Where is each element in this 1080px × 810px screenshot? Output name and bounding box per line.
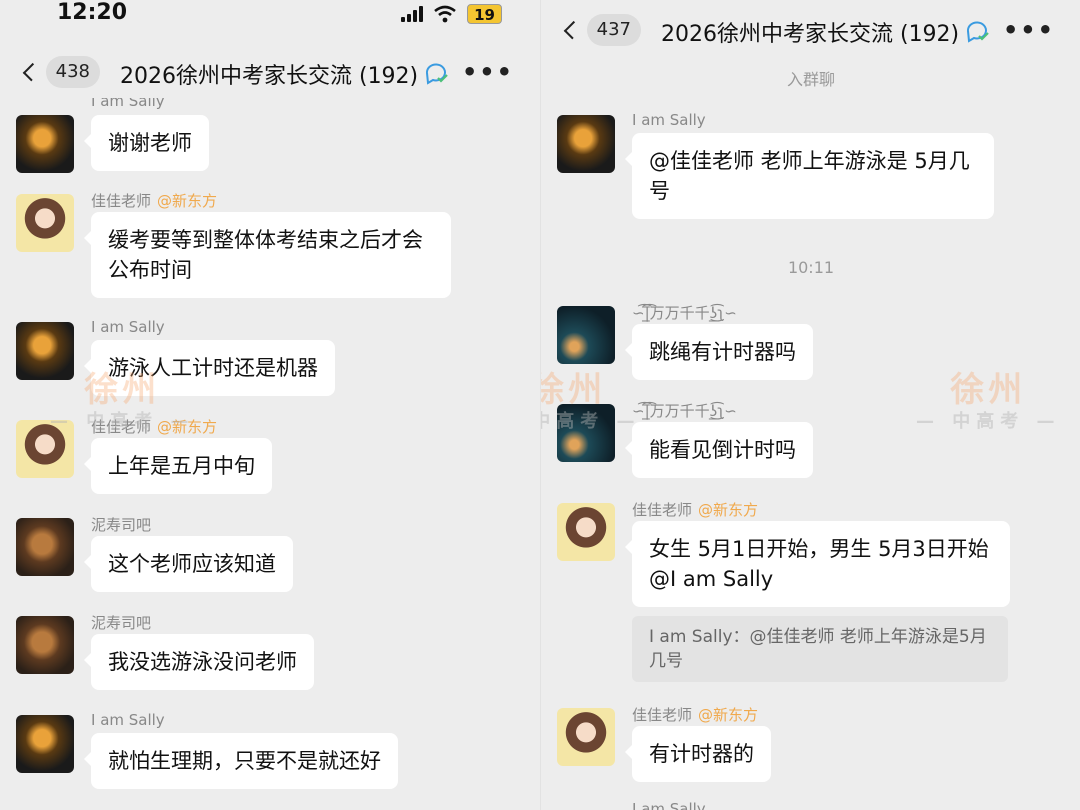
signal-icon (401, 6, 424, 22)
sender-name: 佳佳老师 @新东方 (91, 418, 218, 436)
chat-title-text: 2026徐州中考家长交流 (192) (661, 22, 960, 47)
avatar[interactable] (16, 115, 74, 173)
avatar[interactable] (557, 503, 615, 561)
sender-name: I am Sally (91, 711, 165, 729)
avatar[interactable] (557, 115, 615, 173)
sender-tag: @新东方 (698, 501, 759, 519)
message-bubble[interactable]: 上年是五月中旬 (84, 438, 272, 494)
status-icons: 19 (401, 4, 502, 24)
sender-name: ∽͡|̲̅͡万万千千ʖ̲͜͡ʅ∽ (632, 304, 737, 322)
avatar[interactable] (557, 306, 615, 364)
more-dots-icon[interactable]: ••• (462, 58, 514, 86)
message-bubble[interactable]: 缓考要等到整体体考结束之后才会公布时间 (84, 212, 451, 298)
message-bubble[interactable]: 女生 5月1日开始，男生 5月3日开始 @I am Sally (625, 521, 1010, 607)
avatar[interactable] (16, 715, 74, 773)
message-bubble[interactable]: 能看见倒计时吗 (625, 422, 813, 478)
sender-name: 泥寿司吧 (91, 614, 152, 632)
message-bubble[interactable]: 我没选游泳没问老师 (84, 634, 314, 690)
avatar[interactable] (16, 616, 74, 674)
group-chat-icon (426, 63, 448, 85)
back-button[interactable]: 438 (20, 56, 100, 88)
sender-name: ∽͡|̲̅͡万万千千ʖ̲͜͡ʅ∽ (632, 402, 737, 420)
avatar[interactable] (16, 322, 74, 380)
message-bubble[interactable]: 谢谢老师 (84, 115, 209, 171)
status-bar: 12:20 19 (0, 0, 540, 32)
chevron-left-icon (22, 62, 41, 82)
status-time: 12:20 (57, 0, 128, 25)
time-divider: 10:11 (787, 258, 835, 277)
message-bubble[interactable]: 这个老师应该知道 (84, 536, 293, 592)
quoted-message[interactable]: I am Sally：@佳佳老师 老师上年游泳是5月几号 (632, 616, 1008, 682)
group-chat-icon (967, 21, 989, 43)
avatar[interactable] (16, 518, 74, 576)
more-dots-icon[interactable]: ••• (1003, 16, 1055, 44)
sender-name: I am Sally (632, 800, 706, 810)
avatar[interactable] (557, 404, 615, 462)
chat-title[interactable]: 2026徐州中考家长交流 (192) (661, 16, 991, 48)
avatar[interactable] (16, 194, 74, 252)
sender-tag: @新东方 (157, 192, 218, 210)
watermark: 徐州 — 中高考 — (916, 370, 1061, 432)
sender-name: 佳佳老师 @新东方 (632, 501, 759, 519)
message-bubble[interactable]: 跳绳有计时器吗 (625, 324, 813, 380)
chat-title-text: 2026徐州中考家长交流 (192) (120, 64, 419, 89)
chat-screen-right: 437 2026徐州中考家长交流 (192) ••• 入群聊 I am Sall… (540, 0, 1080, 810)
chevron-left-icon (563, 20, 582, 40)
sender-name: I am Sally (632, 111, 706, 129)
battery-icon: 19 (467, 4, 502, 24)
sender-name: 佳佳老师 @新东方 (91, 192, 218, 210)
avatar[interactable] (557, 708, 615, 766)
sender-name: 泥寿司吧 (91, 516, 152, 534)
message-bubble[interactable]: 有计时器的 (625, 726, 771, 782)
message-bubble[interactable]: @佳佳老师 老师上年游泳是 5月几号 (625, 133, 994, 219)
wifi-icon (434, 5, 456, 23)
sender-tag: @新东方 (157, 418, 218, 436)
chat-nav-bar: 438 2026徐州中考家长交流 (192) ••• (0, 42, 540, 102)
avatar[interactable] (16, 420, 74, 478)
chat-title[interactable]: 2026徐州中考家长交流 (192) (120, 58, 450, 90)
unread-count-badge: 438 (45, 56, 100, 88)
back-button[interactable]: 437 (561, 14, 641, 46)
unread-count-badge: 437 (586, 14, 641, 46)
sender-name: I am Sally (91, 318, 165, 336)
message-bubble[interactable]: 就怕生理期，只要不是就还好 (84, 733, 398, 789)
chat-screen-left: 12:20 19 438 2026徐州中考家长交流 (192) ••• I am… (0, 0, 540, 810)
system-join-notice: 入群聊 (786, 70, 835, 89)
chat-nav-bar: 437 2026徐州中考家长交流 (192) ••• (541, 0, 1080, 60)
message-bubble[interactable]: 游泳人工计时还是机器 (84, 340, 335, 396)
sender-tag: @新东方 (698, 706, 759, 724)
sender-name: 佳佳老师 @新东方 (632, 706, 759, 724)
